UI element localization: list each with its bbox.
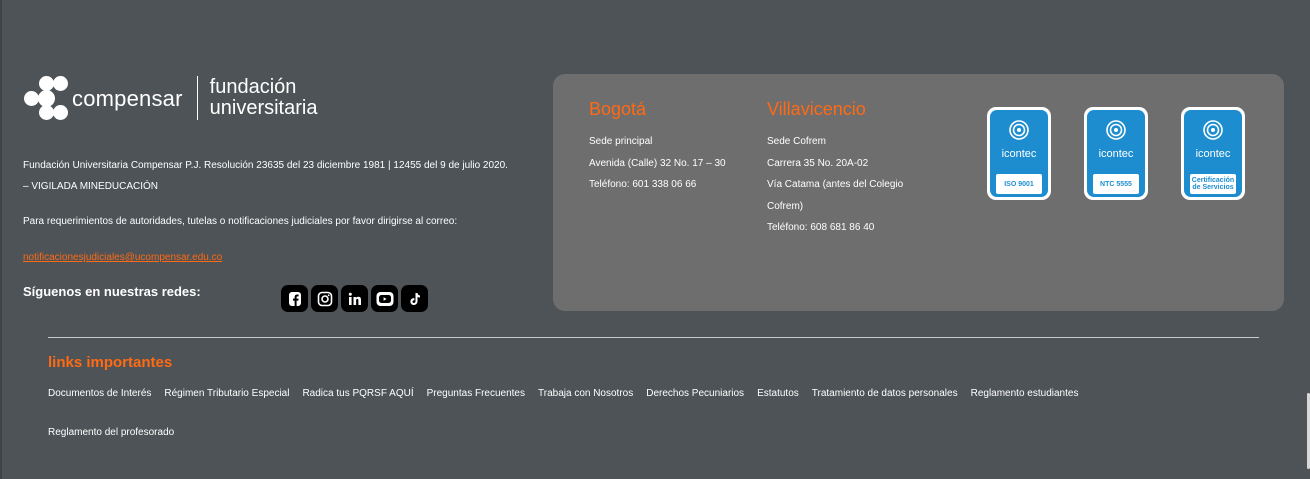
- cert-label-text-2: de Servicios: [1192, 184, 1234, 191]
- link-radica-pqrsf[interactable]: Radica tus PQRSF AQUÍ: [302, 387, 413, 401]
- instagram-icon[interactable]: [311, 285, 338, 312]
- sede-villavicencio-line: Teléfono: 608 681 86 40: [767, 222, 875, 233]
- cert-label-text: Certificación: [1191, 177, 1235, 184]
- requirements-text: Para requerimientos de autoridades, tute…: [23, 216, 458, 227]
- sede-villavicencio-line: Cofrem): [767, 200, 804, 212]
- sede-bogota-title: Bogotá: [589, 99, 647, 119]
- link-regimen-tributario[interactable]: Régimen Tributario Especial: [164, 387, 289, 401]
- links-section-title: links importantes: [48, 354, 173, 371]
- cert-brand-text: icontec: [1001, 148, 1037, 160]
- sede-bogota-line: Avenida (Calle) 32 No. 17 – 30: [589, 157, 726, 169]
- sede-villavicencio-line: Sede Cofrem: [767, 136, 826, 147]
- logo-subtitle: fundación universitaria: [210, 77, 318, 119]
- social-links: [281, 285, 428, 312]
- sede-bogota: Bogotá Sede principal Avenida (Calle) 32…: [589, 98, 726, 196]
- link-trabaja-con-nosotros[interactable]: Trabaja con Nosotros: [538, 387, 633, 401]
- sede-villavicencio: Villavicencio Sede Cofrem Carrera 35 No.…: [767, 98, 903, 239]
- facebook-icon[interactable]: [281, 285, 308, 312]
- cert-label-text: NTC 5555: [1100, 180, 1132, 188]
- cert-brand-text: icontec: [1098, 148, 1134, 160]
- sede-bogota-line: Teléfono: 601 338 06 66: [589, 179, 697, 190]
- follow-us-label: Síguenos en nuestras redes:: [23, 284, 201, 299]
- iso-9001-certification-badge: icontec ISO 9001: [987, 107, 1051, 200]
- logo-divider: [196, 76, 198, 120]
- footer-divider: [48, 337, 1259, 338]
- link-tratamiento-datos[interactable]: Tratamiento de datos personales: [812, 387, 958, 401]
- icontec-seal-icon: [1106, 120, 1126, 140]
- service-certification-badge: icontec Certificación de Servicios: [1181, 107, 1245, 200]
- link-documentos-interes[interactable]: Documentos de Interés: [48, 387, 151, 401]
- link-reglamento-profesorado[interactable]: Reglamento del profesorado: [48, 426, 174, 440]
- legal-text: Fundación Universitaria Compensar P.J. R…: [23, 160, 508, 192]
- tiktok-icon[interactable]: [401, 285, 428, 312]
- link-preguntas-frecuentes[interactable]: Preguntas Frecuentes: [427, 387, 525, 401]
- sede-villavicencio-line: Carrera 35 No. 20A-02: [767, 157, 869, 169]
- ntc-5555-certification-badge: icontec NTC 5555: [1084, 107, 1148, 200]
- link-derechos-pecuniarios[interactable]: Derechos Pecuniarios: [646, 387, 744, 401]
- compensar-logo-mark-icon: [24, 74, 70, 122]
- icontec-seal-icon: [1009, 120, 1029, 140]
- logo-subtitle-line2: universitaria: [209, 97, 318, 119]
- page-left-edge: [0, 0, 2, 479]
- icontec-seal-icon: [1203, 120, 1223, 140]
- sede-villavicencio-line: Vía Catama (antes del Colegio: [767, 179, 904, 190]
- link-reglamento-estudiantes[interactable]: Reglamento estudiantes: [971, 387, 1079, 401]
- compensar-logo[interactable]: compensar fundación universitaria: [24, 72, 317, 124]
- cert-label-text: ISO 9001: [1004, 180, 1034, 188]
- judicial-email-link[interactable]: notificacionesjudiciales@ucompensar.edu.…: [23, 248, 222, 268]
- logo-brand-text: compensar: [72, 86, 183, 111]
- sede-bogota-line: Sede principal: [589, 136, 653, 147]
- link-estatutos[interactable]: Estatutos: [757, 387, 799, 401]
- sede-villavicencio-title: Villavicencio: [767, 99, 866, 119]
- logo-subtitle-line1: fundación: [209, 76, 297, 98]
- important-links-row: Documentos de Interés Régimen Tributario…: [48, 387, 1091, 401]
- linkedin-icon[interactable]: [341, 285, 368, 312]
- youtube-icon[interactable]: [371, 285, 398, 312]
- cert-brand-text: icontec: [1195, 148, 1231, 160]
